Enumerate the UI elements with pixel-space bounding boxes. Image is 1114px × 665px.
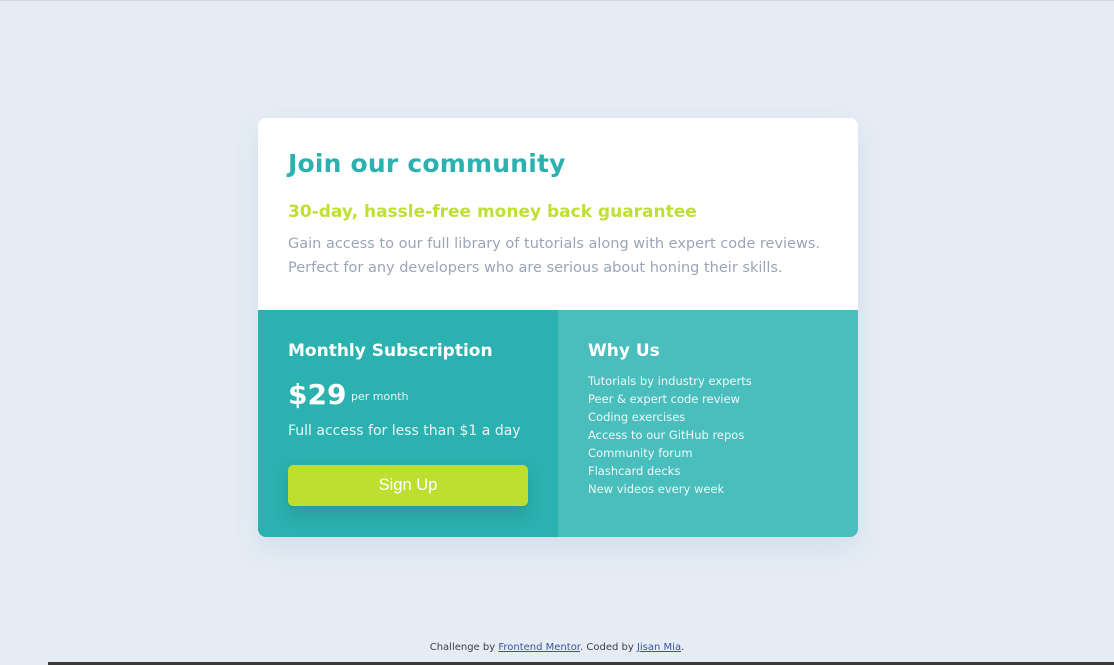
sign-up-button[interactable]: Sign Up	[288, 465, 528, 506]
access-text: Full access for less than $1 a day	[288, 423, 521, 439]
subscription-section: Monthly Subscription $29 per month Full …	[258, 310, 558, 537]
top-border	[0, 0, 1114, 1]
card-header-section: Join our community 30-day, hassle-free m…	[258, 118, 858, 310]
price-amount: $29	[288, 378, 347, 411]
why-us-list: Tutorials by industry experts Peer & exp…	[588, 372, 752, 498]
why-us-item: Access to our GitHub repos	[588, 428, 745, 442]
pricing-card: Join our community 30-day, hassle-free m…	[258, 118, 858, 537]
attribution-footer: Challenge by Frontend Mentor. Coded by J…	[0, 642, 1114, 653]
why-us-item: Community forum	[588, 446, 693, 460]
guarantee-subtitle: 30-day, hassle-free money back guarantee	[288, 202, 697, 222]
frontend-mentor-link[interactable]: Frontend Mentor	[498, 642, 580, 653]
footer-suffix: .	[681, 642, 685, 653]
page-title: Join our community	[288, 149, 566, 178]
why-us-item: Coding exercises	[588, 410, 686, 424]
why-us-item: New videos every week	[588, 482, 725, 496]
why-us-item: Tutorials by industry experts	[588, 374, 752, 388]
footer-middle: . Coded by	[580, 642, 637, 653]
author-link[interactable]: Jisan Mia	[637, 642, 681, 653]
why-us-section: Why Us Tutorials by industry experts Pee…	[558, 310, 858, 537]
community-description: Gain access to our full library of tutor…	[288, 236, 821, 276]
why-us-item: Flashcard decks	[588, 464, 681, 478]
footer-prefix: Challenge by	[429, 642, 499, 653]
why-us-item: Peer & expert code review	[588, 392, 741, 406]
subscription-title: Monthly Subscription	[288, 341, 493, 361]
why-us-title: Why Us	[588, 341, 660, 361]
price-period: per month	[351, 390, 409, 403]
